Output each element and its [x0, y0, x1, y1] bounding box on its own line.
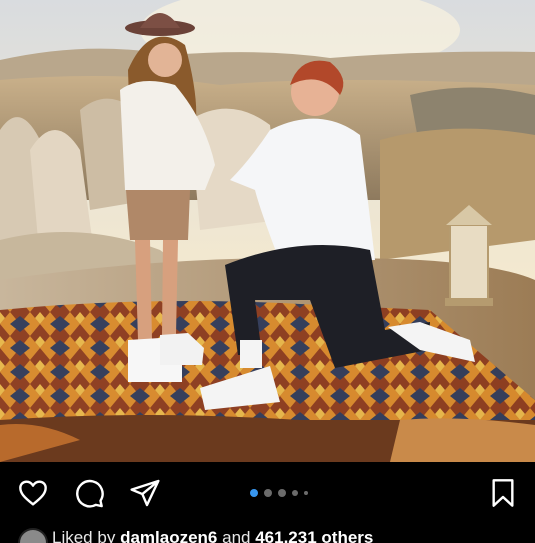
post-action-bar [0, 462, 535, 524]
save-button[interactable] [486, 476, 520, 510]
carousel-dot [292, 490, 298, 496]
likes-count[interactable]: 461,231 others [255, 528, 373, 543]
bookmark-icon [492, 479, 514, 507]
send-icon [130, 479, 160, 507]
like-button[interactable] [16, 476, 50, 510]
heart-icon [19, 480, 47, 506]
likes-prefix: Liked by [52, 528, 116, 543]
carousel-dot [304, 491, 308, 495]
likes-connector: and [222, 528, 251, 543]
carousel-dot [250, 489, 258, 497]
likes-text: Liked by damlaozen6 and 461,231 others [52, 528, 373, 543]
carousel-dot [278, 489, 286, 497]
comment-button[interactable] [72, 476, 106, 510]
carousel-dot [264, 489, 272, 497]
liker-username[interactable]: damlaozen6 [120, 528, 217, 543]
likes-summary: Liked by damlaozen6 and 461,231 others [0, 524, 535, 543]
share-button[interactable] [128, 476, 162, 510]
carousel-indicator [250, 488, 308, 498]
comment-icon [76, 479, 104, 508]
post-photo[interactable] [0, 0, 535, 462]
proposal-photo [0, 0, 535, 462]
avatar[interactable] [18, 528, 48, 543]
